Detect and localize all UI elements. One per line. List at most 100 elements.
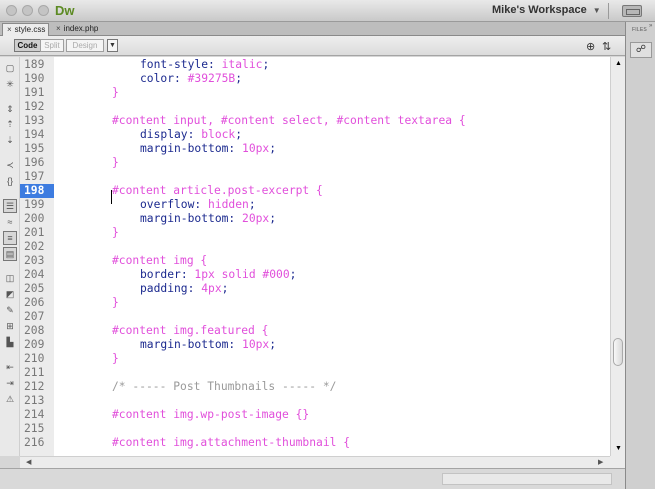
horizontal-scrollbar[interactable]: ◀ ▶ bbox=[20, 456, 610, 468]
code-line[interactable]: 200 margin-bottom: 20px; bbox=[20, 212, 610, 226]
code-text: overflow: hidden; bbox=[140, 198, 256, 211]
code-text: margin-bottom: 10px; bbox=[140, 142, 277, 155]
format-source-icon[interactable]: ⇥ bbox=[3, 376, 17, 390]
collapsed-panel-dock: » FILES ☍ bbox=[625, 22, 655, 489]
code-line[interactable]: 205 padding: 4px; bbox=[20, 282, 610, 296]
code-line[interactable]: 208 #content img.featured { bbox=[20, 324, 610, 338]
wrap-tag-icon[interactable]: ◩ bbox=[3, 287, 17, 301]
code-text: } bbox=[112, 156, 119, 169]
line-number: 209 bbox=[24, 338, 45, 351]
line-numbers-icon[interactable]: {} bbox=[3, 174, 17, 188]
code-line[interactable]: 203 #content img { bbox=[20, 254, 610, 268]
code-editor[interactable]: 189 font-style: italic; 190 color: #39275B;… bbox=[20, 57, 610, 456]
close-tab-icon[interactable]: × bbox=[7, 25, 12, 34]
code-line[interactable]: 204 border: 1px solid #000; bbox=[20, 268, 610, 282]
code-text: font-style: italic; bbox=[140, 58, 270, 71]
recent-snippets-icon[interactable]: ✎ bbox=[3, 303, 17, 317]
tab-index-php[interactable]: × index.php bbox=[52, 23, 108, 36]
code-line[interactable]: 196} bbox=[20, 156, 610, 170]
line-number: 190 bbox=[24, 72, 45, 85]
code-line[interactable]: 215 bbox=[20, 422, 610, 436]
outdent-icon[interactable]: ⇤ bbox=[3, 360, 17, 374]
code-line[interactable]: 210} bbox=[20, 352, 610, 366]
collapse-icon[interactable]: ✳ bbox=[3, 77, 17, 91]
scroll-up-arrow-icon[interactable]: ▲ bbox=[615, 60, 622, 67]
zoom-window-button[interactable] bbox=[38, 5, 49, 16]
indent-icon[interactable]: ▙ bbox=[3, 335, 17, 349]
expand-all-icon[interactable]: ⇡ bbox=[3, 117, 17, 131]
code-line[interactable]: 212 /* ----- Post Thumbnails ----- */ bbox=[20, 380, 610, 394]
tab-style-css[interactable]: × style.css bbox=[2, 23, 49, 36]
code-line[interactable]: 209 margin-bottom: 10px; bbox=[20, 338, 610, 352]
open-documents-icon[interactable]: ▢ bbox=[3, 61, 17, 75]
code-line[interactable]: 213 bbox=[20, 394, 610, 408]
line-number: 216 bbox=[24, 436, 45, 449]
document-toolbar: Code Split Design ▼ ⊕ ⇅ bbox=[0, 36, 625, 56]
code-line[interactable]: 201} bbox=[20, 226, 610, 240]
code-line[interactable]: 216 #content img.attachment-thumbnail { bbox=[20, 436, 610, 450]
minimize-window-button[interactable] bbox=[22, 5, 33, 16]
line-number: 192 bbox=[24, 100, 45, 113]
code-line[interactable]: 206} bbox=[20, 296, 610, 310]
view-options-dropdown[interactable]: ▼ bbox=[107, 39, 118, 52]
globe-preview-icon[interactable]: ⊕ bbox=[586, 40, 595, 53]
code-line[interactable]: 191} bbox=[20, 86, 610, 100]
close-window-button[interactable] bbox=[6, 5, 17, 16]
code-text: border: 1px solid #000; bbox=[140, 268, 297, 281]
line-number: 210 bbox=[24, 352, 45, 365]
tab-label: index.php bbox=[63, 24, 99, 33]
text-cursor bbox=[111, 190, 112, 204]
line-number: 204 bbox=[24, 268, 45, 281]
vertical-scrollbar[interactable]: ▲ ▼ bbox=[610, 57, 625, 456]
toggle-panels-button[interactable] bbox=[622, 5, 642, 17]
code-view-button[interactable]: Code bbox=[14, 39, 41, 52]
divider bbox=[608, 3, 609, 19]
scrollbar-thumb[interactable] bbox=[613, 338, 623, 367]
code-line[interactable]: 202 bbox=[20, 240, 610, 254]
close-icon[interactable]: » bbox=[649, 23, 652, 29]
window-controls bbox=[6, 5, 49, 16]
code-line[interactable]: 211 bbox=[20, 366, 610, 380]
code-line[interactable]: 207 bbox=[20, 310, 610, 324]
code-line[interactable]: 190 color: #39275B; bbox=[20, 72, 610, 86]
files-panel-icon[interactable]: ☍ bbox=[630, 42, 652, 58]
code-line[interactable]: 199 overflow: hidden; bbox=[20, 198, 610, 212]
code-text: padding: 4px; bbox=[140, 282, 229, 295]
balance-braces-icon[interactable]: ≺ bbox=[3, 158, 17, 172]
workspace-switcher[interactable]: Mike's Workspace ▼ bbox=[492, 4, 601, 16]
apply-comment-icon[interactable]: ▤ bbox=[3, 247, 17, 261]
scroll-right-arrow-icon[interactable]: ▶ bbox=[598, 458, 603, 466]
code-text: } bbox=[112, 86, 119, 99]
format-source-icon[interactable]: ⚠ bbox=[3, 392, 17, 406]
design-view-button[interactable]: Design bbox=[66, 39, 104, 52]
code-line[interactable]: 195 margin-bottom: 10px; bbox=[20, 142, 610, 156]
select-parent-icon[interactable]: ⇣ bbox=[3, 133, 17, 147]
highlight-invalid-icon[interactable]: ☰ bbox=[3, 199, 17, 213]
collapse-selection-icon[interactable]: ⇕ bbox=[3, 102, 17, 116]
syntax-coloring-icon[interactable]: ≈ bbox=[3, 215, 17, 229]
code-text: } bbox=[112, 352, 119, 365]
code-line[interactable]: 194 display: block; bbox=[20, 128, 610, 142]
code-line[interactable]: 197 bbox=[20, 170, 610, 184]
code-line[interactable]: 214 #content img.wp-post-image {} bbox=[20, 408, 610, 422]
line-number: 205 bbox=[24, 282, 45, 295]
workspace-label: Mike's Workspace bbox=[492, 4, 587, 16]
line-number: 198 bbox=[20, 184, 54, 198]
word-wrap-icon[interactable]: ≡ bbox=[3, 231, 17, 245]
code-line[interactable]: 193 #content input, #content select, #con… bbox=[20, 114, 610, 128]
code-text: #content img.attachment-thumbnail { bbox=[112, 436, 351, 449]
close-tab-icon[interactable]: × bbox=[56, 24, 61, 33]
file-management-icon[interactable]: ⇅ bbox=[602, 40, 611, 53]
document-tab-bar: × style.css × index.php bbox=[0, 22, 625, 36]
remove-comment-icon[interactable]: ◫ bbox=[3, 271, 17, 285]
scroll-left-arrow-icon[interactable]: ◀ bbox=[26, 458, 31, 466]
line-number: 195 bbox=[24, 142, 45, 155]
code-text: #content input, #content select, #conten… bbox=[112, 114, 466, 127]
scroll-down-arrow-icon[interactable]: ▼ bbox=[615, 445, 622, 452]
code-line[interactable]: 198 #content article.post-excerpt { bbox=[20, 184, 610, 198]
code-line[interactable]: 192 bbox=[20, 100, 610, 114]
status-bar bbox=[0, 468, 625, 489]
split-view-button[interactable]: Split bbox=[40, 39, 64, 52]
code-line[interactable]: 189 font-style: italic; bbox=[20, 58, 610, 72]
move-css-icon[interactable]: ⊞ bbox=[3, 319, 17, 333]
